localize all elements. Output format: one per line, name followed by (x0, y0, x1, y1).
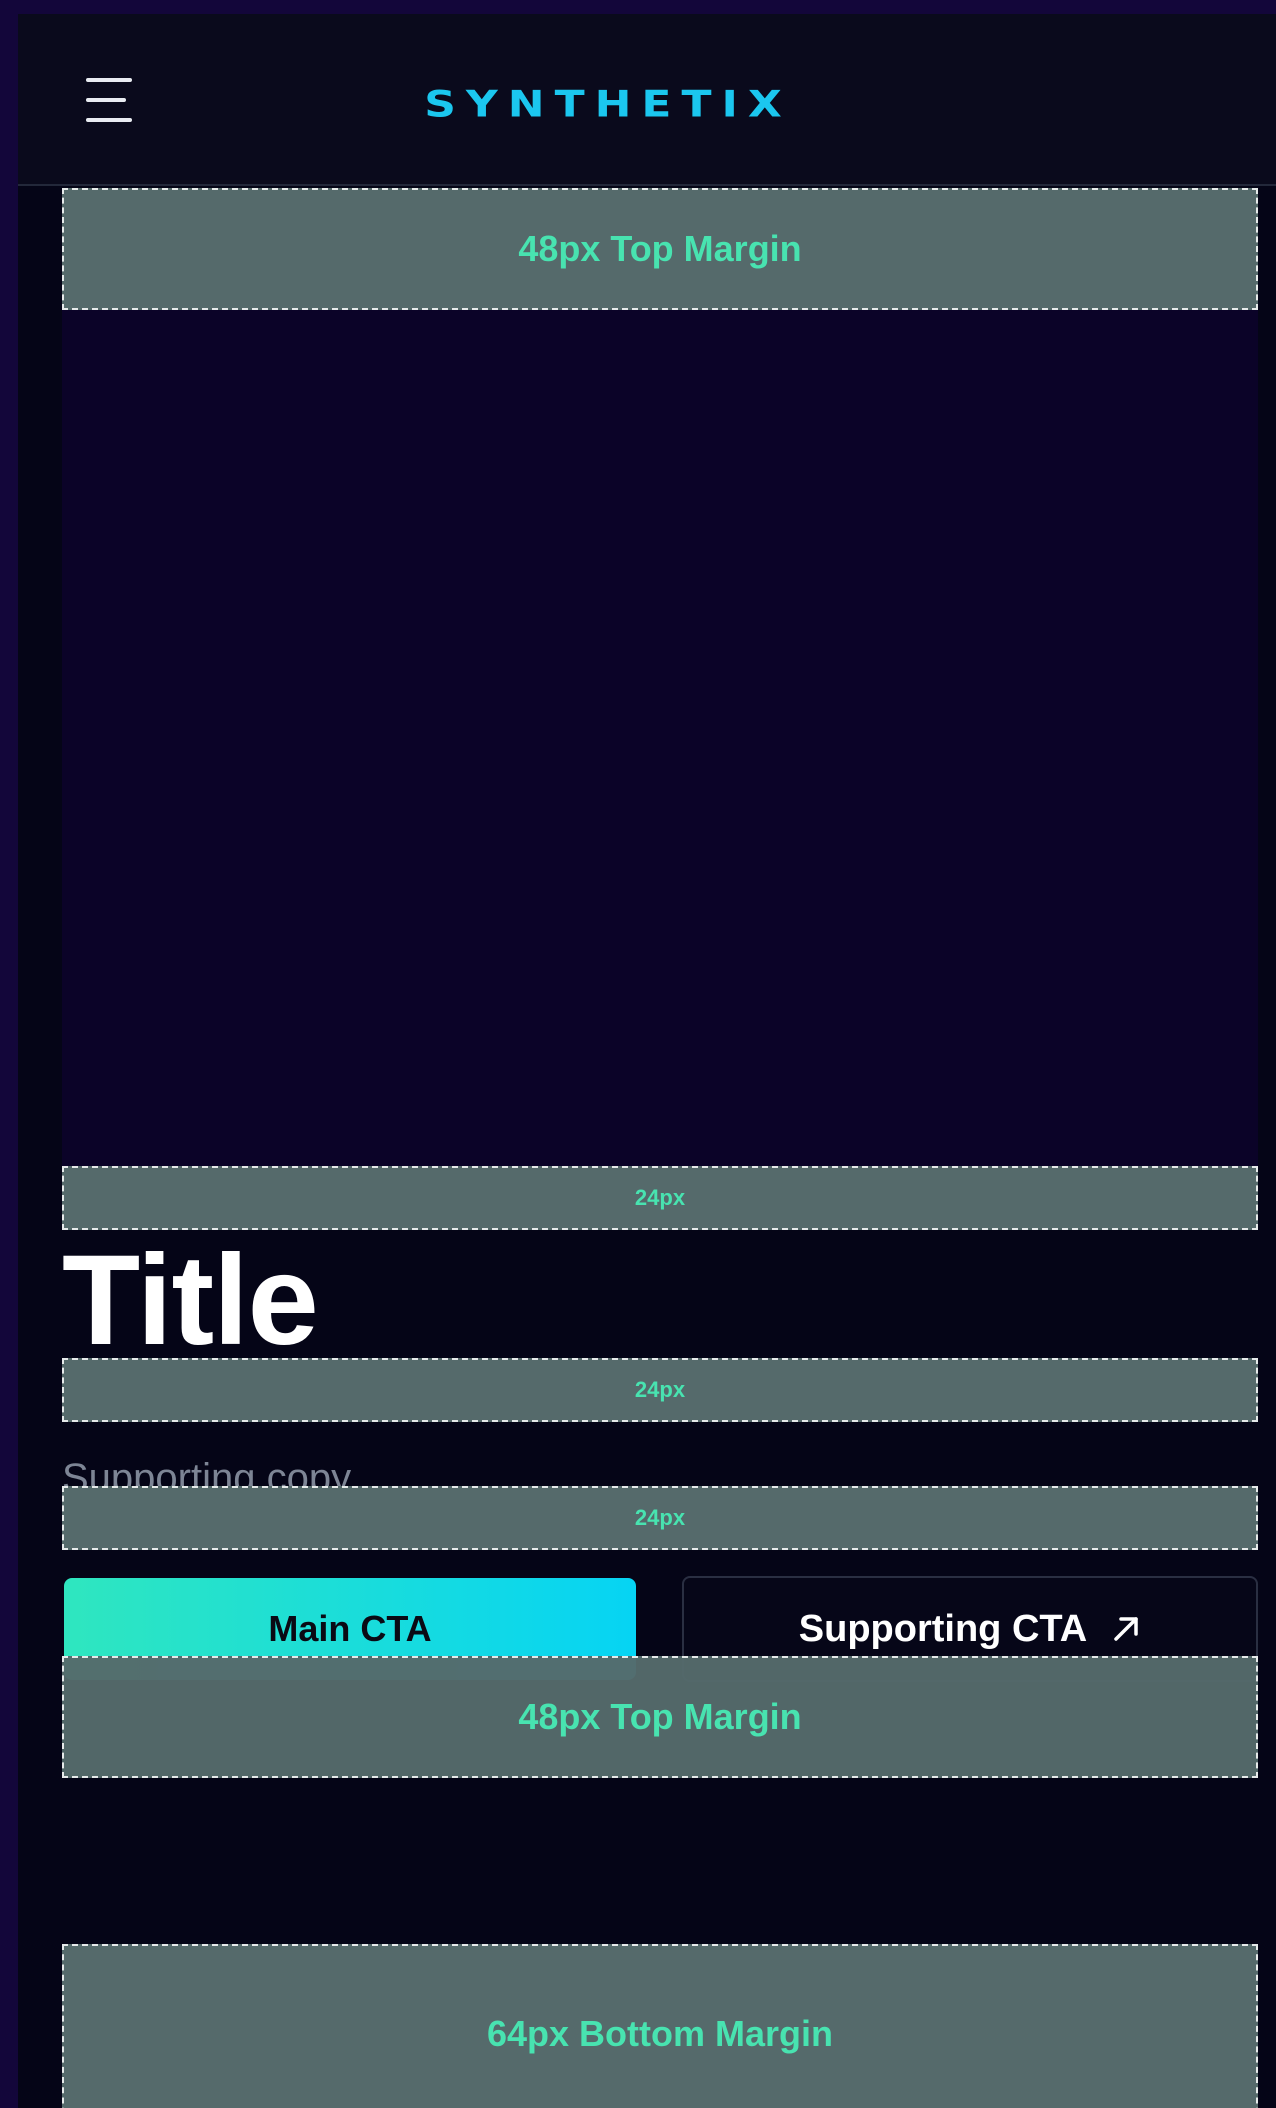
logo-text: SYNTHETIX (424, 83, 792, 125)
hero-media-placeholder (62, 310, 1258, 1166)
main-cta-label: Main CTA (268, 1608, 432, 1649)
bottom-margin-spacer: 64px Bottom Margin (62, 1944, 1258, 2108)
page-title: Title (62, 1229, 319, 1372)
top-margin-spacer-2: 48px Top Margin (62, 1656, 1258, 1778)
external-arrow-icon (1114, 1617, 1138, 1641)
gap-spacer-title-copy: 24px (62, 1358, 1258, 1422)
site-header: SYNTHETIX (18, 14, 1276, 186)
brand-logo[interactable]: SYNTHETIX (318, 74, 898, 134)
supporting-cta-label: Supporting CTA (798, 1607, 1088, 1650)
top-margin-spacer: 48px Top Margin (62, 188, 1258, 310)
hamburger-menu-icon[interactable] (86, 78, 132, 122)
gap-spacer-copy-cta: 24px (62, 1486, 1258, 1550)
page-frame: SYNTHETIX 48px Top Margin 24px Title Sup… (18, 14, 1276, 2108)
gap-spacer-media-title: 24px (62, 1166, 1258, 1230)
